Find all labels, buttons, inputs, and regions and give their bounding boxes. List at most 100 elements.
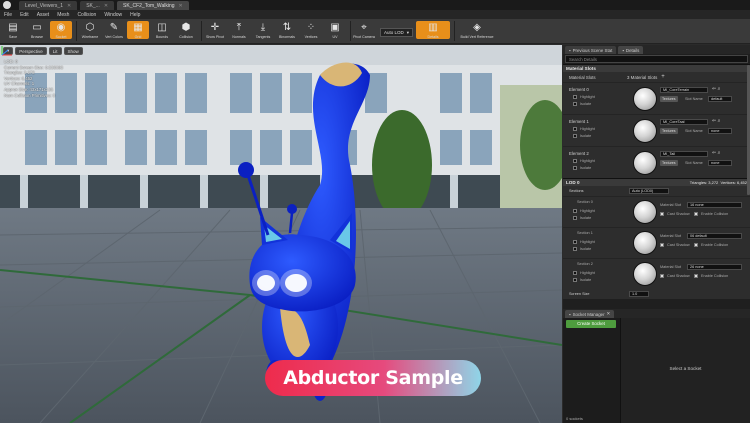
tab-socket-manager[interactable]: ▪ Socket Manager ✕ [565, 310, 615, 318]
cast-shadow-checkbox[interactable] [660, 212, 664, 216]
window-tab-mesh[interactable]: SK_CF2_Tom_Walking ✕ [117, 1, 189, 10]
build-vert-reference-button[interactable]: ◈ Build Vert Reference [457, 21, 497, 39]
window-tab-level[interactable]: Level_Viewers_1 ✕ [19, 1, 78, 10]
isolate-checkbox[interactable] [573, 247, 577, 251]
material-slot-select[interactable]: 06 default [687, 233, 742, 239]
slot-name-field[interactable]: none [708, 128, 732, 134]
material-thumbnail[interactable] [633, 87, 657, 111]
button-label: Show Pivot [206, 35, 224, 39]
material-slot-select[interactable]: 16 none [687, 202, 742, 208]
textures-button[interactable]: Textures [660, 160, 678, 166]
isolate-checkbox[interactable] [573, 134, 577, 138]
lod-section: Section 0 Highlight Isolate Material Slo… [563, 196, 750, 227]
material-picker[interactable]: MI_CoreTerrain [660, 87, 708, 93]
highlight-checkbox[interactable] [573, 95, 577, 99]
tangents-icon: ⤓ [260, 21, 266, 33]
save-button[interactable]: ▤ Save [2, 21, 24, 39]
lod0-header[interactable]: LOD 0 Triangles: 3,272 Vertices: 6,452 [563, 178, 750, 186]
binormals-button[interactable]: ⇅ Binormals [276, 21, 298, 39]
socket-list: Create Socket 0 sockets [563, 318, 621, 423]
lit-button[interactable]: Lit [48, 47, 62, 55]
material-thumbnail[interactable] [633, 231, 657, 255]
material-thumbnail[interactable] [633, 151, 657, 175]
window-tab-sk[interactable]: SK_... ✕ [80, 1, 115, 10]
close-icon[interactable]: ✕ [607, 311, 611, 317]
menu-window[interactable]: Window [104, 12, 122, 18]
vert-colors-button[interactable]: ✎ Vert Colors [103, 21, 125, 39]
material-slots-header[interactable]: Material Slots [563, 64, 750, 72]
sections-label: Sections [569, 189, 584, 193]
bounds-button[interactable]: ◫ Bounds [151, 21, 173, 39]
stat-line: Num Collision Primitives: 0 [4, 92, 56, 98]
highlight-checkbox[interactable] [573, 271, 577, 275]
screen-size-field[interactable]: 1.0 [629, 291, 649, 297]
wireframe-button[interactable]: ⬡ Wireframe [79, 21, 101, 39]
show-button[interactable]: Show [63, 47, 83, 55]
isolate-checkbox[interactable] [573, 216, 577, 220]
cast-shadow-checkbox[interactable] [660, 274, 664, 278]
material-picker[interactable]: MI_CoreTaal [660, 119, 708, 125]
normals-button[interactable]: ⤒ Normals [228, 21, 250, 39]
uv-icon: ▣ [330, 21, 340, 33]
lod-select[interactable]: Auto LOD ▾ [380, 28, 414, 37]
vertices-button[interactable]: ⁘ Vertices [300, 21, 322, 39]
material-thumbnail[interactable] [633, 262, 657, 286]
material-thumbnail[interactable] [633, 119, 657, 143]
enable-collision-checkbox[interactable] [694, 212, 698, 216]
textures-button[interactable]: Textures [660, 128, 678, 134]
close-icon[interactable]: ✕ [179, 3, 183, 9]
browse-button[interactable]: ▭ Browse [26, 21, 48, 39]
slot-name-field[interactable]: none [708, 160, 732, 166]
menu-collision[interactable]: Collision [77, 12, 96, 18]
textures-button[interactable]: Textures [660, 96, 678, 102]
tab-icon: ▪ [569, 47, 571, 53]
tab-previous-scene-stat[interactable]: ▪ Previous Scene Stat [565, 46, 617, 54]
close-icon[interactable]: ✕ [67, 3, 71, 9]
socket-button[interactable]: ◉ Socket [50, 21, 72, 39]
highlight-checkbox[interactable] [573, 209, 577, 213]
create-socket-button[interactable]: Create Socket [566, 320, 616, 328]
collision-button[interactable]: ⬢ Collision [175, 21, 197, 39]
add-icon[interactable]: + [661, 74, 665, 80]
menu-mesh[interactable]: Mesh [57, 12, 69, 18]
highlight-checkbox[interactable] [573, 127, 577, 131]
highlight-checkbox[interactable] [573, 159, 577, 163]
isolate-checkbox[interactable] [573, 278, 577, 282]
pivot-camera-button[interactable]: ⌖ Pivot Camera [353, 21, 375, 39]
button-label: Browse [31, 35, 43, 39]
browse-arrow-icon[interactable]: ⇐ ⌕ [712, 86, 720, 92]
material-slot-label: Material Slot [660, 203, 682, 207]
browse-arrow-icon[interactable]: ⇐ ⌕ [712, 150, 720, 156]
search-input[interactable]: Search Details [565, 55, 748, 63]
grid-button[interactable]: ▦ Grid [127, 21, 149, 39]
menu-file[interactable]: File [4, 12, 12, 18]
element-name: Element 0 [569, 87, 589, 92]
details-button[interactable]: ▥ Details [416, 21, 451, 39]
menu-asset[interactable]: Asset [37, 12, 50, 18]
enable-collision-checkbox[interactable] [694, 274, 698, 278]
perspective-button[interactable]: Perspective [15, 47, 47, 55]
menu-help[interactable]: Help [130, 12, 140, 18]
sections-select[interactable]: Auto (LOD0) [629, 188, 669, 194]
binormals-icon: ⇅ [282, 21, 292, 33]
tangents-button[interactable]: ⤓ Tangents [252, 21, 274, 39]
isolate-checkbox[interactable] [573, 102, 577, 106]
tab-label: SK_CF2_Tom_Walking [123, 2, 175, 9]
material-slot-select[interactable]: 26 none [687, 264, 742, 270]
cast-shadow-checkbox[interactable] [660, 243, 664, 247]
material-picker[interactable]: MI_Tail [660, 151, 708, 157]
enable-collision-label: Enable Collision [701, 212, 729, 216]
highlight-checkbox[interactable] [573, 240, 577, 244]
button-label: Details [427, 35, 439, 39]
tab-details[interactable]: ▪ Details [618, 46, 644, 54]
show-pivot-button[interactable]: ✛ Show Pivot [204, 21, 226, 39]
uv-button[interactable]: ▣ UV [324, 21, 346, 39]
material-thumbnail[interactable] [633, 200, 657, 224]
close-icon[interactable]: ✕ [104, 3, 108, 9]
menu-edit[interactable]: Edit [20, 12, 29, 18]
enable-collision-checkbox[interactable] [694, 243, 698, 247]
isolate-checkbox[interactable] [573, 166, 577, 170]
material-slots-row: Material Slots 3 Material Slots + [563, 72, 750, 82]
browse-arrow-icon[interactable]: ⇐ ⌕ [712, 118, 720, 124]
slot-name-field[interactable]: default [708, 96, 732, 102]
